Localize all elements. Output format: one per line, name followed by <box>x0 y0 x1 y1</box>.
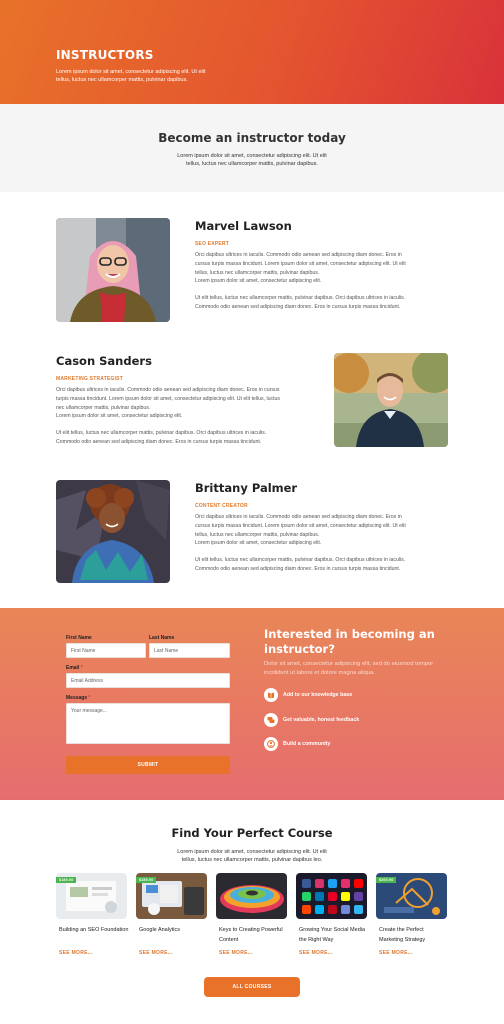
first-name-label: First Name <box>66 635 92 641</box>
hero-text: Lorem ipsum dolor sit amet, consectetur … <box>56 69 206 83</box>
all-courses-button[interactable]: ALL COURSES <box>204 977 300 997</box>
instructor-photo-cason <box>334 353 448 447</box>
bio-paragraph: Lorem ipsum dolor sit amet, consectetur … <box>56 413 183 420</box>
last-name-input[interactable] <box>149 643 230 658</box>
course-title[interactable]: Google Analytics <box>139 925 209 935</box>
see-more-link[interactable]: SEE MORE... <box>379 950 413 956</box>
submit-button[interactable]: SUBMIT <box>66 756 230 774</box>
course-title[interactable]: Building an SEO Foundation <box>59 925 129 935</box>
bio-paragraph: Orci dapibus ultrices in iaculis. Commod… <box>195 514 406 538</box>
interest-title: Interested in becoming an instructor? <box>264 627 435 656</box>
instructor-bio: Orci dapibus ultrices in iaculis. Commod… <box>195 513 417 574</box>
see-more-link[interactable]: SEE MORE... <box>59 950 93 956</box>
message-textarea[interactable] <box>66 703 230 744</box>
benefit-label: Build a community <box>283 741 331 747</box>
course-thumbnail[interactable]: $150.00 <box>56 873 127 919</box>
see-more-link[interactable]: SEE MORE... <box>139 950 173 956</box>
course-thumbnail[interactable]: $150.00 <box>136 873 207 919</box>
email-label: Email * <box>66 665 83 671</box>
course-title[interactable]: Growing Your Social Media the Right Way <box>299 925 369 945</box>
hero-banner: INSTRUCTORS Lorem ipsum dolor sit amet, … <box>0 0 504 104</box>
course-badge: $150.00 <box>136 877 157 884</box>
course-thumbnail[interactable]: $200.00 <box>376 873 447 919</box>
page-title: INSTRUCTORS <box>56 48 154 62</box>
instructor-name: Brittany Palmer <box>195 481 298 495</box>
course-thumbnail[interactable] <box>296 873 367 919</box>
bio-paragraph: Orci dapibus ultrices in iaculis. Commod… <box>56 387 281 411</box>
become-instructor-section: Become an instructor today Lorem ipsum d… <box>0 104 504 192</box>
instructor-photo-brittany <box>56 480 170 583</box>
instructor-role: SEO EXPERT <box>195 241 229 247</box>
bio-paragraph: Lorem ipsum dolor sit amet, consectetur … <box>195 278 322 285</box>
bio-paragraph: Orci dapibus ultrices in iaculis. Commod… <box>195 252 406 276</box>
instructor-bio: Orci dapibus ultrices in iaculis. Commod… <box>195 251 417 312</box>
message-label: Message * <box>66 695 91 701</box>
course-thumbnail[interactable] <box>216 873 287 919</box>
last-name-label: Last Name <box>149 635 175 641</box>
courses-title: Find Your Perfect Course <box>171 826 333 840</box>
bio-paragraph: Ut elit tellus, luctus nec ullamcorper m… <box>195 295 406 310</box>
course-title[interactable]: Create the Perfect Marketing Strategy <box>379 925 449 945</box>
become-title: Become an instructor today <box>158 131 346 145</box>
instructor-name: Cason Sanders <box>56 354 152 368</box>
become-text: Lorem ipsum dolor sit amet, consectetur … <box>177 153 327 167</box>
course-title[interactable]: Keys to Creating Powerful Content <box>219 925 289 945</box>
courses-text: Lorem ipsum dolor sit amet, consectetur … <box>177 849 327 863</box>
chat-bubbles-icon <box>264 713 278 727</box>
instructor-photo-marvel <box>56 218 170 322</box>
instructor-role: CONTENT CREATOR <box>195 503 248 509</box>
instructor-name: Marvel Lawson <box>195 219 292 233</box>
course-badge: $150.00 <box>56 877 77 884</box>
see-more-link[interactable]: SEE MORE... <box>219 950 253 956</box>
course-badge: $200.00 <box>376 877 397 884</box>
instructor-bio: Orci dapibus ultrices in iaculis. Commod… <box>56 386 288 447</box>
benefit-label: Add to our knowledge base <box>283 692 353 698</box>
community-icon <box>264 737 278 751</box>
benefit-label: Get valuable, honest feedback <box>283 717 360 723</box>
bio-paragraph: Ut elit tellus, luctus nec ullamcorper m… <box>56 430 267 445</box>
first-name-input[interactable] <box>66 643 146 658</box>
instructor-role: MARKETING STRATEGIST <box>56 376 123 382</box>
bio-paragraph: Ut elit tellus, luctus nec ullamcorper m… <box>195 557 406 572</box>
interest-text: Dolor sit amet, consectetur adipiscing e… <box>264 661 434 676</box>
email-field[interactable] <box>66 673 230 688</box>
book-icon <box>264 688 278 702</box>
bio-paragraph: Lorem ipsum dolor sit amet, consectetur … <box>195 540 322 547</box>
see-more-link[interactable]: SEE MORE... <box>299 950 333 956</box>
